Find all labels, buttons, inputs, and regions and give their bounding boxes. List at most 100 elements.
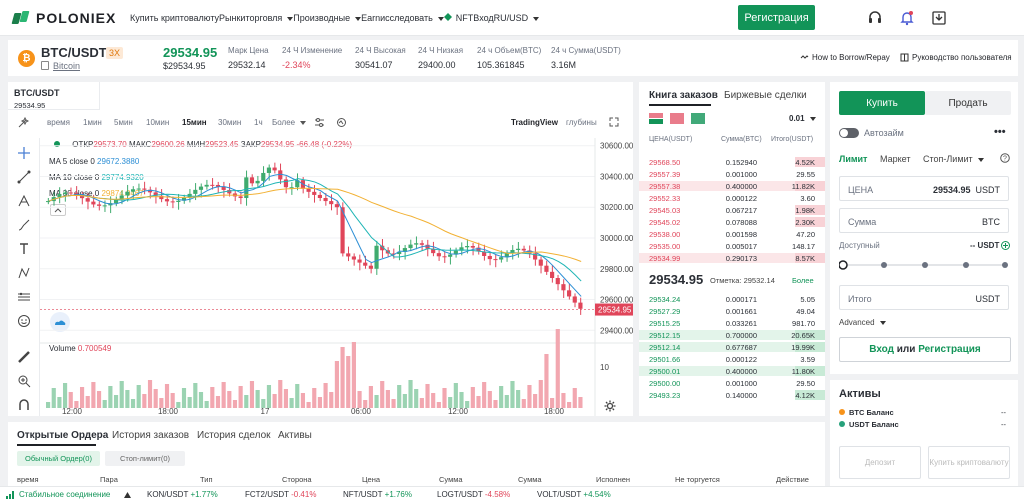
tab-assets[interactable]: Активы [278, 430, 312, 441]
tf-15m[interactable]: 15мин [182, 118, 207, 127]
ask-row[interactable]: 29568.50 0.152940 4.52K [639, 157, 825, 167]
footer-ticker-volt[interactable]: VOLT/USDT +4.54% [537, 490, 611, 499]
zoom-in-icon[interactable] [17, 374, 31, 388]
tab-order-history[interactable]: История заказов [112, 430, 189, 441]
nav-markets[interactable]: Рынки [219, 13, 245, 23]
book-both-view-icon[interactable] [649, 113, 663, 124]
fib-fork-icon[interactable] [17, 194, 31, 208]
bell-icon[interactable] [899, 10, 915, 26]
bid-row[interactable]: 29527.29 0.001661 49.04 [639, 306, 825, 316]
ask-row[interactable]: 29557.39 0.001000 29.55 [639, 169, 825, 179]
order-type-stop-limit[interactable]: Стоп-Лимит [923, 154, 984, 164]
tf-5m[interactable]: 5мин [114, 118, 133, 127]
tf-30m[interactable]: 30мин [218, 118, 241, 127]
normal-orders-filter[interactable]: Обычный Ордер(0) [17, 451, 100, 466]
bid-row[interactable]: 29534.24 0.000171 5.05 [639, 294, 825, 304]
chart-settings-gear-icon[interactable] [604, 400, 616, 412]
language-currency-select[interactable]: RU/USD [494, 13, 540, 23]
measure-icon[interactable] [17, 290, 31, 304]
fullscreen-icon[interactable] [609, 117, 619, 127]
footer-ticker-nft[interactable]: NFT/USDT +1.76% [343, 490, 412, 499]
tf-1h[interactable]: 1ч [254, 118, 263, 127]
order-type-market[interactable]: Маркет [880, 154, 910, 164]
bid-row[interactable]: 29512.15 0.700000 20.65K [639, 330, 825, 340]
stop-limit-filter[interactable]: Стоп-лимит(0) [105, 451, 185, 466]
buy-tab-button[interactable]: Купить [839, 91, 925, 115]
bid-row[interactable]: 29500.01 0.400000 11.80K [639, 366, 825, 376]
borrow-repay-link[interactable]: How to Borrow/Repay [800, 53, 890, 62]
tf-1m[interactable]: 1мин [83, 118, 102, 127]
tab-order-book[interactable]: Книга заказов [649, 90, 718, 101]
register-button[interactable]: Регистрация [738, 5, 815, 30]
ruler-icon[interactable] [17, 350, 31, 364]
footer-ticker-logt[interactable]: LOGT/USDT -4.58% [437, 490, 510, 499]
crosshair-icon[interactable] [17, 146, 31, 160]
bid-row[interactable]: 29501.66 0.000122 3.59 [639, 354, 825, 364]
pattern-icon[interactable] [17, 266, 31, 280]
nav-nft[interactable]: NFT [443, 12, 473, 23]
nav-derivatives[interactable]: Производные [293, 13, 362, 23]
ask-row[interactable]: 29538.00 0.001598 47.20 [639, 229, 825, 239]
indicator-icon[interactable] [336, 117, 347, 128]
bid-row[interactable]: 29500.00 0.001000 29.50 [639, 378, 825, 388]
tf-time[interactable]: время [47, 118, 70, 127]
pair-selector[interactable]: BTC/USDT [41, 45, 107, 60]
price-chart[interactable]: 30600.00 30400.00 30200.00 30000.00 29800.00… [40, 138, 633, 416]
headset-icon[interactable] [867, 10, 883, 26]
nav-trade[interactable]: торговля [245, 13, 294, 23]
ask-row[interactable]: 29545.02 0.078088 2.30K [639, 217, 825, 227]
amount-field[interactable]: Сумма BTC [839, 208, 1009, 233]
nav-earn[interactable]: Earn [361, 13, 380, 23]
tab-open-orders[interactable]: Открытые Ордера [17, 430, 108, 441]
depth-tab[interactable]: глубины [566, 118, 597, 127]
coin-info-link[interactable]: Bitcoin [53, 61, 80, 71]
book-more-link[interactable]: Более [792, 276, 814, 285]
advanced-toggle[interactable]: Advanced [839, 318, 886, 327]
autoloan-toggle[interactable] [839, 128, 859, 138]
price-field[interactable]: ЦЕНА 29534.95 USDT [839, 176, 1009, 201]
tab-market-trades[interactable]: Биржевые сделки [724, 90, 807, 101]
bid-row[interactable]: 29493.23 0.140000 4.12K [639, 390, 825, 400]
precision-select[interactable]: 0.01 [789, 114, 816, 123]
col-pair: Пара [100, 475, 118, 484]
ask-row[interactable]: 29534.99 0.290173 8.57K [639, 253, 825, 263]
download-icon[interactable] [931, 10, 947, 26]
expand-ticker-icon[interactable] [124, 492, 131, 498]
nav-explore[interactable]: исследовать [380, 13, 444, 23]
poloniex-logo[interactable]: POLONIEX [11, 9, 130, 27]
ask-row[interactable]: 29545.03 0.067217 1.98K [639, 205, 825, 215]
footer-ticker-kon[interactable]: KON/USDT +1.77% [147, 490, 218, 499]
buy-crypto-button[interactable]: Купить криптовалюту [928, 446, 1010, 479]
bid-row[interactable]: 29512.14 0.677687 19.99K [639, 342, 825, 352]
more-options-icon[interactable]: ••• [994, 126, 1006, 138]
magic-wand-icon[interactable] [18, 117, 29, 128]
smiley-icon[interactable] [17, 314, 31, 328]
book-asks-view-icon[interactable] [670, 113, 684, 124]
tf-more[interactable]: Более [272, 118, 307, 127]
bid-row[interactable]: 29515.25 0.033261 981.70 [639, 318, 825, 328]
nav-buy-crypto[interactable]: Купить криптовалюту [130, 13, 219, 23]
tradingview-tab[interactable]: TradingView [511, 118, 558, 127]
trend-line-icon[interactable] [17, 170, 31, 184]
footer-ticker-fct2[interactable]: FCT2/USDT -0.41% [245, 490, 316, 499]
user-guide-link[interactable]: Руководство пользователя [900, 53, 1012, 62]
tf-10m[interactable]: 10мин [146, 118, 169, 127]
total-field[interactable]: Итого USDT [839, 285, 1009, 310]
login-register-button[interactable]: Вход или Регистрация [839, 337, 1011, 362]
tab-trade-history[interactable]: История сделок [197, 430, 271, 441]
help-icon[interactable]: ? [1000, 153, 1010, 163]
amount-slider[interactable] [839, 259, 1011, 271]
login-link[interactable]: Вход [473, 13, 493, 23]
order-type-limit[interactable]: Лимит [839, 154, 867, 164]
ask-row[interactable]: 29557.38 0.400000 11.82K [639, 181, 825, 191]
ask-row[interactable]: 29552.33 0.000122 3.60 [639, 193, 825, 203]
brush-icon[interactable] [17, 218, 31, 232]
deposit-button[interactable]: Депозит [839, 446, 921, 479]
add-funds-icon[interactable] [1001, 241, 1010, 250]
ask-row[interactable]: 29535.00 0.005017 148.17 [639, 241, 825, 251]
sell-tab-button[interactable]: Продать [925, 91, 1011, 115]
book-bids-view-icon[interactable] [691, 113, 705, 124]
settings-sliders-icon[interactable] [314, 117, 325, 128]
magnet-icon[interactable] [17, 398, 31, 412]
text-tool-icon[interactable] [17, 242, 31, 256]
